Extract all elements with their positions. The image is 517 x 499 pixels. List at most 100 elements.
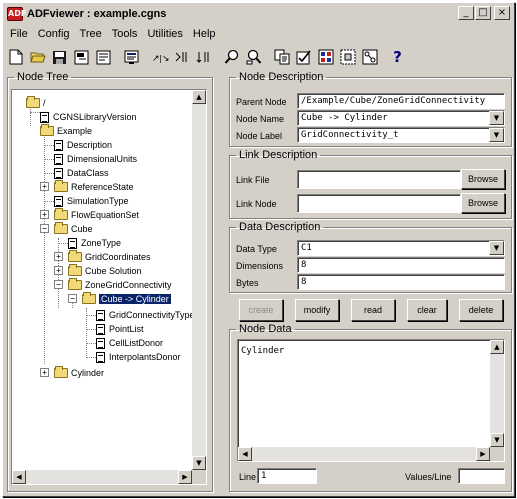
links-button[interactable]: ↗ | ↘: [149, 47, 170, 68]
collapse-minus-icon[interactable]: −: [54, 280, 63, 289]
tree-node-dimensionalunits[interactable]: DimensionalUnits: [54, 152, 137, 166]
tree-node-root[interactable]: /: [26, 96, 46, 110]
tree-node-interpolantsdonor[interactable]: InterpolantsDonor: [96, 350, 181, 364]
browse-link-node-button[interactable]: Browse: [461, 193, 505, 213]
tree-node-label: ZoneGridConnectivity: [85, 280, 172, 290]
save-button[interactable]: [49, 47, 70, 68]
node-tree-view[interactable]: / CGNSLibraryVersion Example Description…: [11, 89, 207, 485]
check-button[interactable]: [293, 47, 314, 68]
tree-node-cylinder[interactable]: + Cylinder: [40, 366, 104, 380]
scroll-up-icon[interactable]: ▲: [192, 90, 206, 104]
tree-node-flowequationset[interactable]: + FlowEquationSet: [40, 208, 139, 222]
close-button[interactable]: ×: [494, 6, 510, 20]
node-name-combo[interactable]: Cube -> Cylinder ▼: [297, 110, 505, 126]
menu-help[interactable]: Help: [188, 28, 221, 40]
expand-plus-icon[interactable]: +: [54, 252, 63, 261]
delete-button[interactable]: delete: [459, 299, 503, 321]
expand-plus-icon[interactable]: +: [40, 182, 49, 191]
node-data-horizontal-scrollbar[interactable]: ◀ ▶: [238, 447, 490, 461]
new-file-button[interactable]: [5, 47, 26, 68]
scroll-down-icon[interactable]: ▼: [490, 433, 504, 447]
browse-link-file-button[interactable]: Browse: [461, 169, 505, 189]
title-bar[interactable]: ADF ADFviewer : example.cgns _ □ ×: [5, 5, 512, 23]
app-window: ADF ADFviewer : example.cgns _ □ × File …: [2, 2, 515, 497]
tree-node-gridconnectivitytype[interactable]: GridConnectivityType: [96, 308, 195, 322]
tree-horizontal-scrollbar[interactable]: ◀ ▶: [12, 470, 192, 484]
expand-plus-icon[interactable]: +: [40, 368, 49, 377]
chevron-down-icon[interactable]: ▼: [489, 241, 504, 255]
open-button[interactable]: [27, 47, 48, 68]
paste-button[interactable]: [337, 47, 358, 68]
expand-plus-icon[interactable]: +: [40, 210, 49, 219]
menu-utilities[interactable]: Utilities: [142, 28, 187, 40]
tree-vertical-scrollbar[interactable]: ▲ ▼: [192, 90, 206, 470]
link-node-field[interactable]: [297, 194, 461, 213]
dimensions-field[interactable]: 8: [297, 257, 505, 273]
chevron-down-icon[interactable]: ▼: [489, 128, 504, 142]
tree-node-cube[interactable]: − Cube: [40, 222, 93, 236]
maximize-button[interactable]: □: [475, 6, 491, 20]
tree-node-cube-cylinder[interactable]: − Cube -> Cylinder: [68, 292, 171, 306]
values-per-line-field[interactable]: [458, 468, 505, 484]
connect-button[interactable]: [359, 47, 380, 68]
clear-button[interactable]: clear: [407, 299, 447, 321]
scroll-down-icon[interactable]: ▼: [192, 456, 206, 470]
tree-node-label: GridCoordinates: [85, 252, 151, 262]
collapse-minus-icon[interactable]: −: [68, 294, 77, 303]
tree-node-zonetype[interactable]: ZoneType: [68, 236, 121, 250]
parent-node-field[interactable]: /Example/Cube/ZoneGridConnectivity: [297, 93, 505, 109]
minimize-button[interactable]: _: [458, 6, 474, 20]
tree-connector: [86, 357, 96, 358]
scroll-left-icon[interactable]: ◀: [12, 470, 26, 484]
tree-node-celllistdonor[interactable]: CellListDonor: [96, 336, 163, 350]
zoom-in-button[interactable]: [221, 47, 242, 68]
node-data-textarea[interactable]: Cylinder ▲ ▼ ◀ ▶: [237, 339, 505, 462]
folder-icon: [68, 264, 82, 276]
tree-node-referencestate[interactable]: + ReferenceState: [40, 180, 134, 194]
zoom-out-button[interactable]: [243, 47, 264, 68]
menu-tree[interactable]: Tree: [75, 28, 107, 40]
zoom-in-icon: [224, 49, 238, 64]
collapse-minus-icon[interactable]: −: [40, 224, 49, 233]
tree-node-cgnslibraryversion[interactable]: CGNSLibraryVersion: [40, 110, 137, 124]
line-field[interactable]: 1: [257, 468, 317, 484]
scroll-left-icon[interactable]: ◀: [238, 447, 252, 461]
document-icon: [96, 323, 105, 335]
chevron-down-icon[interactable]: ▼: [489, 111, 504, 125]
menu-tools[interactable]: Tools: [107, 28, 143, 40]
link-file-field[interactable]: [297, 170, 461, 189]
tree-connector: [44, 173, 54, 174]
node-data-vertical-scrollbar[interactable]: ▲ ▼: [490, 340, 504, 447]
bytes-field[interactable]: 8: [297, 274, 505, 290]
sort-button[interactable]: [193, 47, 214, 68]
tree-node-pointlist[interactable]: PointList: [96, 322, 144, 336]
tree-node-example[interactable]: Example: [40, 124, 92, 138]
scroll-up-icon[interactable]: ▲: [490, 340, 504, 354]
expand-plus-icon[interactable]: +: [54, 266, 63, 275]
menu-config[interactable]: Config: [33, 28, 75, 40]
tree-node-cubesolution[interactable]: + Cube Solution: [54, 264, 142, 278]
node-label-combo[interactable]: GridConnectivity_t ▼: [297, 127, 505, 143]
tree-node-zonegridconnectivity[interactable]: − ZoneGridConnectivity: [54, 278, 172, 292]
scroll-right-icon[interactable]: ▶: [178, 470, 192, 484]
tree-node-gridcoordinates[interactable]: + GridCoordinates: [54, 250, 151, 264]
tree-node-simulationtype[interactable]: SimulationType: [54, 194, 129, 208]
help-button[interactable]: ?: [387, 47, 408, 68]
data-type-combo[interactable]: C1 ▼: [297, 240, 505, 256]
properties-button[interactable]: [93, 47, 114, 68]
node-data-content: Cylinder: [241, 346, 285, 356]
scroll-right-icon[interactable]: ▶: [476, 447, 490, 461]
modify-button[interactable]: modify: [295, 299, 339, 321]
copy-button[interactable]: [271, 47, 292, 68]
collapse-button[interactable]: [171, 47, 192, 68]
create-button[interactable]: create: [239, 299, 283, 321]
save-as-button[interactable]: [71, 47, 92, 68]
tree-node-label: Description: [67, 140, 113, 150]
find-button[interactable]: [121, 47, 142, 68]
tree-node-dataclass[interactable]: DataClass: [54, 166, 109, 180]
read-button[interactable]: read: [351, 299, 395, 321]
tree-node-description[interactable]: Description: [54, 138, 112, 152]
new-file-icon: [9, 49, 22, 65]
cut-button[interactable]: [315, 47, 336, 68]
menu-file[interactable]: File: [5, 28, 33, 40]
